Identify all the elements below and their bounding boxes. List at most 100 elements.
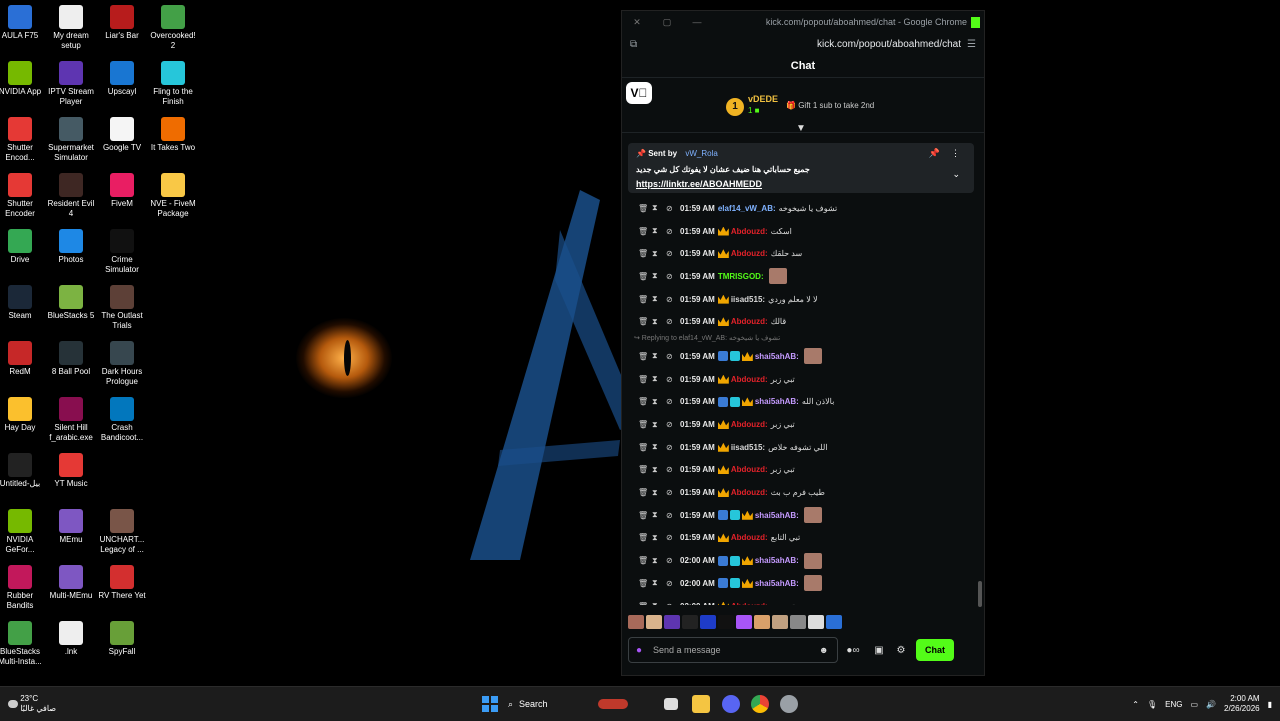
chat-message[interactable]: 🗑 ⧗ ⊘ 01:59 AM iisad515: اللي تشوفه خلاص xyxy=(622,436,984,459)
delete-icon[interactable]: 🗑 xyxy=(638,465,652,474)
message-username[interactable]: shai5ahAB: xyxy=(755,352,799,361)
desktop-icon[interactable]: The Outlast Trials xyxy=(97,285,147,331)
delete-icon[interactable]: 🗑 xyxy=(638,511,652,520)
gifter-name[interactable]: vDEDE xyxy=(748,94,778,104)
settings-gear-icon[interactable]: ⚙ xyxy=(890,645,912,656)
desktop-icon[interactable]: NVIDIA GeFor... xyxy=(0,509,45,555)
timeout-icon[interactable]: ⧗ xyxy=(652,317,666,327)
timeout-icon[interactable]: ⧗ xyxy=(652,533,666,543)
chat-message[interactable]: 🗑 ⧗ ⊘ 01:59 AM shai5ahAB: بالاذن الله xyxy=(622,391,984,414)
ban-icon[interactable]: ⊘ xyxy=(666,602,680,605)
message-username[interactable]: Abdouzd: xyxy=(731,227,768,236)
chat-message[interactable]: 🗑 ⧗ ⊘ 01:59 AM Abdouzd: سد حلقك xyxy=(622,242,984,265)
ban-icon[interactable]: ⊘ xyxy=(666,420,680,429)
desktop-icon[interactable]: MEmu xyxy=(46,509,96,545)
language-indicator[interactable]: ENG xyxy=(1165,700,1182,709)
message-username[interactable]: Abdouzd: xyxy=(731,249,768,258)
task-view-icon[interactable] xyxy=(664,698,678,710)
desktop-icon[interactable]: YT Music xyxy=(46,453,96,489)
expand-chevron-icon[interactable]: ⌄ xyxy=(952,169,960,180)
chat-message[interactable]: 🗑 ⧗ ⊘ 01:59 AM shai5ahAB: xyxy=(622,345,984,368)
message-username[interactable]: Abdouzd: xyxy=(731,488,768,497)
pinned-link[interactable]: https://linktr.ee/ABOAHMEDD xyxy=(636,179,762,189)
desktop-icon[interactable]: AULA F75 xyxy=(0,5,45,41)
chat-message[interactable]: 🗑 ⧗ ⊘ 01:59 AM elaf14_vW_AB: تشوف يا شيخوخه xyxy=(622,197,984,220)
delete-icon[interactable]: 🗑 xyxy=(638,443,652,452)
ban-icon[interactable]: ⊘ xyxy=(666,204,680,213)
mic-icon[interactable]: ● xyxy=(629,645,649,656)
message-username[interactable]: iisad515: xyxy=(731,295,765,304)
ban-icon[interactable]: ⊘ xyxy=(666,227,680,236)
site-info-icon[interactable]: ⧉ xyxy=(630,39,637,50)
reply-indicator[interactable]: ↪ Replying to elaf14_vW_AB: تشوف يا شيخو… xyxy=(622,333,984,345)
gift-store-icon[interactable]: ▣ xyxy=(868,645,890,656)
weather-widget[interactable]: 23°C صافي غالبًا xyxy=(8,694,56,714)
notification-icon[interactable]: ▮ xyxy=(1268,700,1272,709)
timeout-icon[interactable]: ⧗ xyxy=(652,351,666,361)
desktop-icon[interactable]: Google TV xyxy=(97,117,147,153)
emote-icon[interactable] xyxy=(700,615,716,629)
desktop-icon[interactable]: NVIDIA App xyxy=(0,61,45,97)
timeout-icon[interactable]: ⧗ xyxy=(652,203,666,213)
ban-icon[interactable]: ⊘ xyxy=(666,579,680,588)
message-username[interactable]: shai5ahAB: xyxy=(755,579,799,588)
timeout-icon[interactable]: ⧗ xyxy=(652,420,666,430)
message-username[interactable]: shai5ahAB: xyxy=(755,397,799,406)
minimize-icon[interactable]: — xyxy=(682,17,712,27)
collapse-icon[interactable]: ▼ xyxy=(796,123,806,134)
desktop-icon[interactable]: Steam xyxy=(0,285,45,321)
maximize-icon[interactable]: ▢ xyxy=(652,17,682,28)
desktop-icon[interactable]: Dark Hours Prologue xyxy=(97,341,147,387)
desktop-icon[interactable]: Photos xyxy=(46,229,96,265)
kick-points-icon[interactable]: ●∞ xyxy=(838,645,868,656)
tune-icon[interactable]: ☰ xyxy=(967,39,976,50)
desktop-icon[interactable]: Shutter Encoder xyxy=(0,173,45,219)
message-username[interactable]: Abdouzd: xyxy=(731,375,768,384)
file-explorer-icon[interactable] xyxy=(692,695,710,713)
pinned-user[interactable]: vW_Rola xyxy=(685,149,717,158)
emote-icon[interactable] xyxy=(736,615,752,629)
desktop-icon[interactable]: FiveM xyxy=(97,173,147,209)
desktop-icon[interactable]: Crash Bandicoot... xyxy=(97,397,147,443)
desktop-icon[interactable]: .lnk xyxy=(46,621,96,657)
chat-message[interactable]: 🗑 ⧗ ⊘ 01:59 AM Abdouzd: تبي زبر xyxy=(622,459,984,482)
emoji-icon[interactable]: ☻ xyxy=(819,645,837,655)
emote-icon[interactable] xyxy=(664,615,680,629)
delete-icon[interactable]: 🗑 xyxy=(638,272,652,281)
desktop-icon[interactable]: IPTV Stream Player xyxy=(46,61,96,107)
chat-message[interactable]: 🗑 ⧗ ⊘ 01:59 AM Abdouzd: طيب فرم ب بث xyxy=(622,481,984,504)
desktop-icon[interactable]: My dream setup xyxy=(46,5,96,51)
delete-icon[interactable]: 🗑 xyxy=(638,375,652,384)
emote-icon[interactable] xyxy=(718,615,734,629)
message-username[interactable]: Abdouzd: xyxy=(731,533,768,542)
desktop-icon[interactable]: Hay Day xyxy=(0,397,45,433)
chat-message[interactable]: 🗑 ⧗ ⊘ 01:59 AM Abdouzd: اسكت xyxy=(622,220,984,243)
close-icon[interactable]: ✕ xyxy=(622,17,652,28)
desktop-icon[interactable]: NVE - FiveM Package xyxy=(148,173,198,219)
emote-icon[interactable] xyxy=(826,615,842,629)
desktop-icon[interactable]: Rubber Bandits xyxy=(0,565,45,611)
unpin-icon[interactable]: 📌 xyxy=(929,148,940,159)
desktop-icon[interactable]: RedM xyxy=(0,341,45,377)
message-username[interactable]: Abdouzd: xyxy=(731,317,768,326)
ban-icon[interactable]: ⊘ xyxy=(666,556,680,565)
settings-icon[interactable] xyxy=(780,695,798,713)
message-username[interactable]: Abdouzd: xyxy=(731,420,768,429)
emote-icon[interactable] xyxy=(682,615,698,629)
emote-icon[interactable] xyxy=(790,615,806,629)
chat-message[interactable]: 🗑 ⧗ ⊘ 02:00 AM shai5ahAB: xyxy=(622,549,984,572)
discord-icon[interactable] xyxy=(722,695,740,713)
desktop-icon[interactable]: Drive xyxy=(0,229,45,265)
chat-message[interactable]: 🗑 ⧗ ⊘ 01:59 AM Abdouzd: تبي زبر xyxy=(622,413,984,436)
desktop-icon[interactable]: RV There Yet xyxy=(97,565,147,601)
timeout-icon[interactable]: ⧗ xyxy=(652,510,666,520)
desktop-icon[interactable]: 8 Ball Pool xyxy=(46,341,96,377)
desktop-icon[interactable]: Liar's Bar xyxy=(97,5,147,41)
desktop-icon[interactable]: Supermarket Simulator xyxy=(46,117,96,163)
chat-message[interactable]: 🗑 ⧗ ⊘ 01:59 AM Abdouzd: تبي التابع xyxy=(622,527,984,550)
ban-icon[interactable]: ⊘ xyxy=(666,397,680,406)
gift-prompt[interactable]: 🎁 Gift 1 sub to take 2nd xyxy=(786,101,874,110)
ban-icon[interactable]: ⊘ xyxy=(666,249,680,258)
url-text[interactable]: kick.com/popout/aboahmed/chat xyxy=(637,39,967,50)
timeout-icon[interactable]: ⧗ xyxy=(652,271,666,281)
